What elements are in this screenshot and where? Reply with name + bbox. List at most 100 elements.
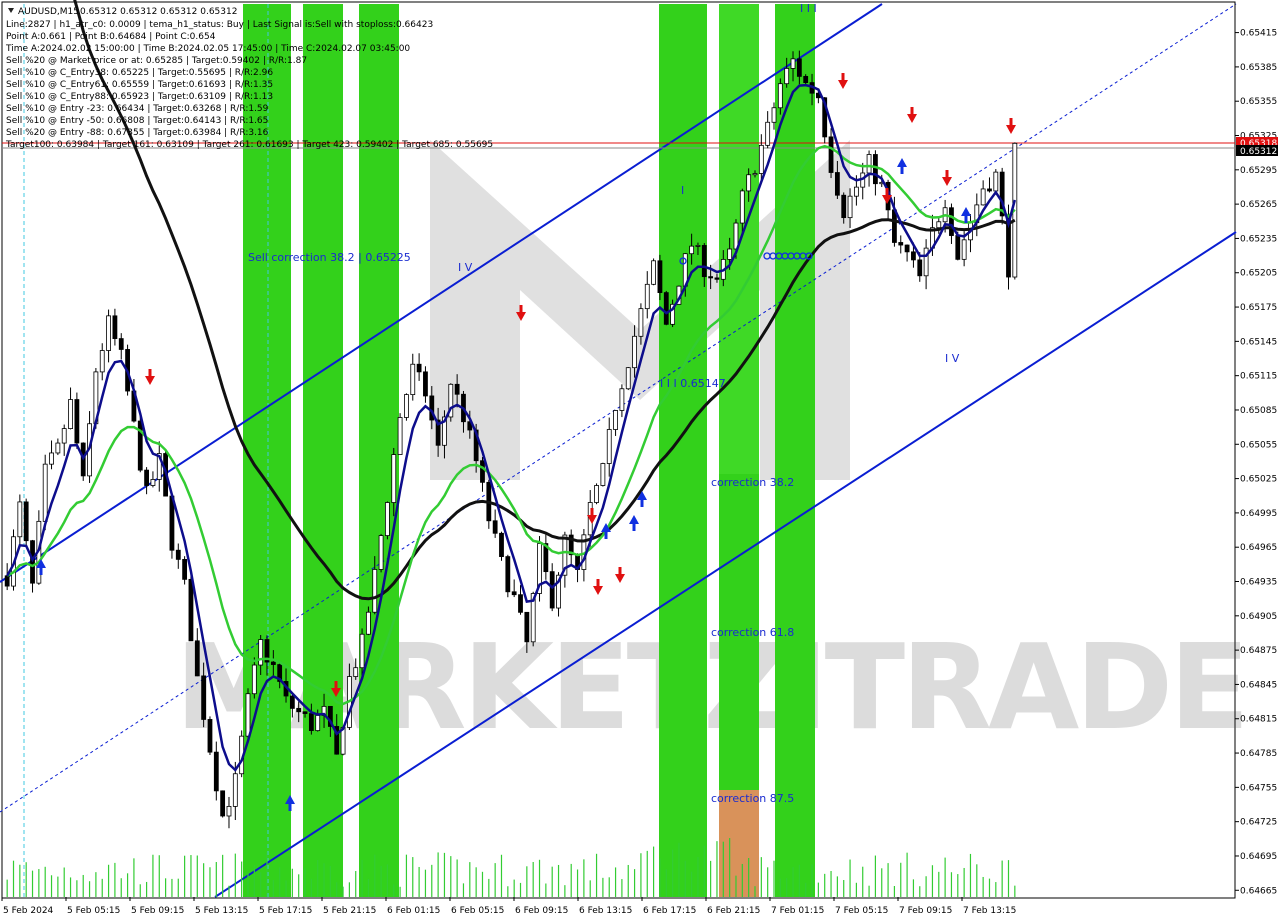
x-tick-label: 6 Feb 09:15 [515, 906, 568, 916]
x-tick-label: 5 Feb 21:15 [323, 906, 376, 916]
candle-body [955, 235, 961, 260]
candle-body [777, 83, 783, 109]
candle-body [68, 399, 73, 430]
y-tick-label: 0.65055 [1240, 440, 1277, 450]
candle-body [220, 790, 226, 817]
candle-body [270, 661, 276, 665]
candle-body [594, 485, 599, 503]
candle-body [378, 535, 384, 570]
candle-body [765, 121, 771, 146]
y-tick-label: 0.64695 [1240, 852, 1277, 862]
candle-body [638, 308, 644, 337]
candle-body [917, 259, 923, 277]
y-tick-label: 0.64815 [1240, 715, 1277, 725]
wave-iv-right-label: I V [945, 352, 960, 365]
candle-body [752, 173, 758, 176]
candle-body [511, 591, 517, 596]
candle-body [308, 713, 314, 731]
candle-body [201, 675, 207, 720]
candle-body [695, 245, 701, 247]
x-tick-label: 6 Feb 13:15 [579, 906, 632, 916]
x-tick-label: 7 Feb 05:15 [835, 906, 888, 916]
candle-body [492, 520, 498, 534]
candle-body [987, 188, 992, 192]
x-tick-label: 7 Feb 09:15 [899, 906, 952, 916]
signal-zone [659, 4, 707, 897]
candle-body [4, 575, 10, 587]
y-tick-label: 0.65235 [1240, 234, 1277, 244]
x-tick-label: 7 Feb 13:15 [963, 906, 1016, 916]
info-line: Sell %10 @ Entry -50: 0.66808 | Target:0… [6, 116, 268, 126]
candle-body [74, 399, 80, 444]
candle-body [385, 502, 390, 536]
y-tick-label: 0.64905 [1240, 612, 1277, 622]
candle-body [99, 350, 105, 373]
candle-body [651, 260, 656, 285]
candle-body [251, 664, 257, 695]
y-tick-label: 0.65385 [1240, 63, 1277, 73]
x-tick-label: 6 Feb 17:15 [643, 906, 696, 916]
x-tick-label: 5 Feb 2024 [3, 906, 54, 916]
candle-body [606, 429, 612, 464]
candle-body [619, 388, 625, 411]
candle-body [625, 367, 631, 390]
signal-zone [719, 4, 759, 474]
candle-body [213, 751, 219, 792]
candle-body [803, 75, 809, 83]
candle-body [892, 209, 897, 243]
y-tick-label: 0.64755 [1240, 783, 1277, 793]
candle-body [359, 633, 365, 669]
candle-body [549, 571, 555, 609]
candle-body [758, 144, 764, 174]
symbol-label: AUDUSD,M15 [18, 7, 79, 17]
x-tick-label: 5 Feb 17:15 [259, 906, 312, 916]
y-tick-label: 0.64935 [1240, 578, 1277, 588]
signal-zone [775, 4, 815, 897]
candle-body [289, 695, 295, 709]
candle-body [790, 58, 796, 69]
candle-body [391, 454, 397, 503]
y-tick-label: 0.65295 [1240, 166, 1277, 176]
candle-body [302, 711, 308, 714]
candle-body [49, 452, 54, 465]
x-tick-label: 6 Feb 05:15 [451, 906, 504, 916]
candle-body [353, 667, 359, 677]
candle-body [841, 194, 847, 219]
candle-body [689, 245, 695, 255]
candle-body [866, 154, 872, 174]
candle-body [847, 195, 853, 219]
info-line: Point A:0.661 | Point B:0.64684 | Point … [6, 32, 216, 42]
ohlc-values: 0.65312 0.65312 0.65312 0.65312 [80, 7, 237, 17]
candle-body [904, 244, 910, 253]
candle-body [911, 251, 916, 261]
info-line: Sell %20 @ Entry -88: 0.67355 | Target:0… [6, 128, 269, 138]
signal-zone [359, 4, 399, 897]
candle-body [739, 190, 745, 224]
candle-body [23, 501, 29, 542]
sell-correction-label: Sell correction 38.2 | 0.65225 [248, 251, 411, 264]
y-tick-label: 0.64665 [1240, 886, 1277, 896]
info-line: Sell %10 @ C_Entry38: 0.65225 | Target:0… [6, 68, 273, 78]
price-chart[interactable]: MARKETZITRADE Sell correction 38.2 | 0.6… [0, 0, 1280, 920]
candle-body [980, 188, 986, 206]
info-line: Sell %20 @ Market price or at: 0.65285 |… [6, 56, 307, 66]
x-tick-label: 5 Feb 09:15 [131, 906, 184, 916]
signal-zone [303, 4, 343, 897]
y-tick-label: 0.65085 [1240, 406, 1277, 416]
candle-body [834, 172, 840, 196]
candle-body [423, 371, 428, 397]
y-tick-label: 0.65415 [1240, 29, 1277, 39]
wave-top-label: I I I [800, 2, 817, 15]
candle-body [499, 532, 504, 557]
candle-body [961, 239, 967, 260]
info-line: Time A:2024.02.02 15:00:00 | Time B:2024… [5, 44, 410, 54]
candle-body [404, 394, 409, 418]
y-tick-label: 0.64995 [1240, 509, 1277, 519]
candle-body [771, 107, 777, 123]
x-tick-label: 5 Feb 05:15 [67, 906, 120, 916]
candle-body [701, 245, 707, 278]
candle-body [245, 693, 251, 737]
candle-body [182, 558, 188, 580]
y-tick-label: 0.64845 [1240, 680, 1277, 690]
wave-i-label: I [681, 184, 684, 197]
